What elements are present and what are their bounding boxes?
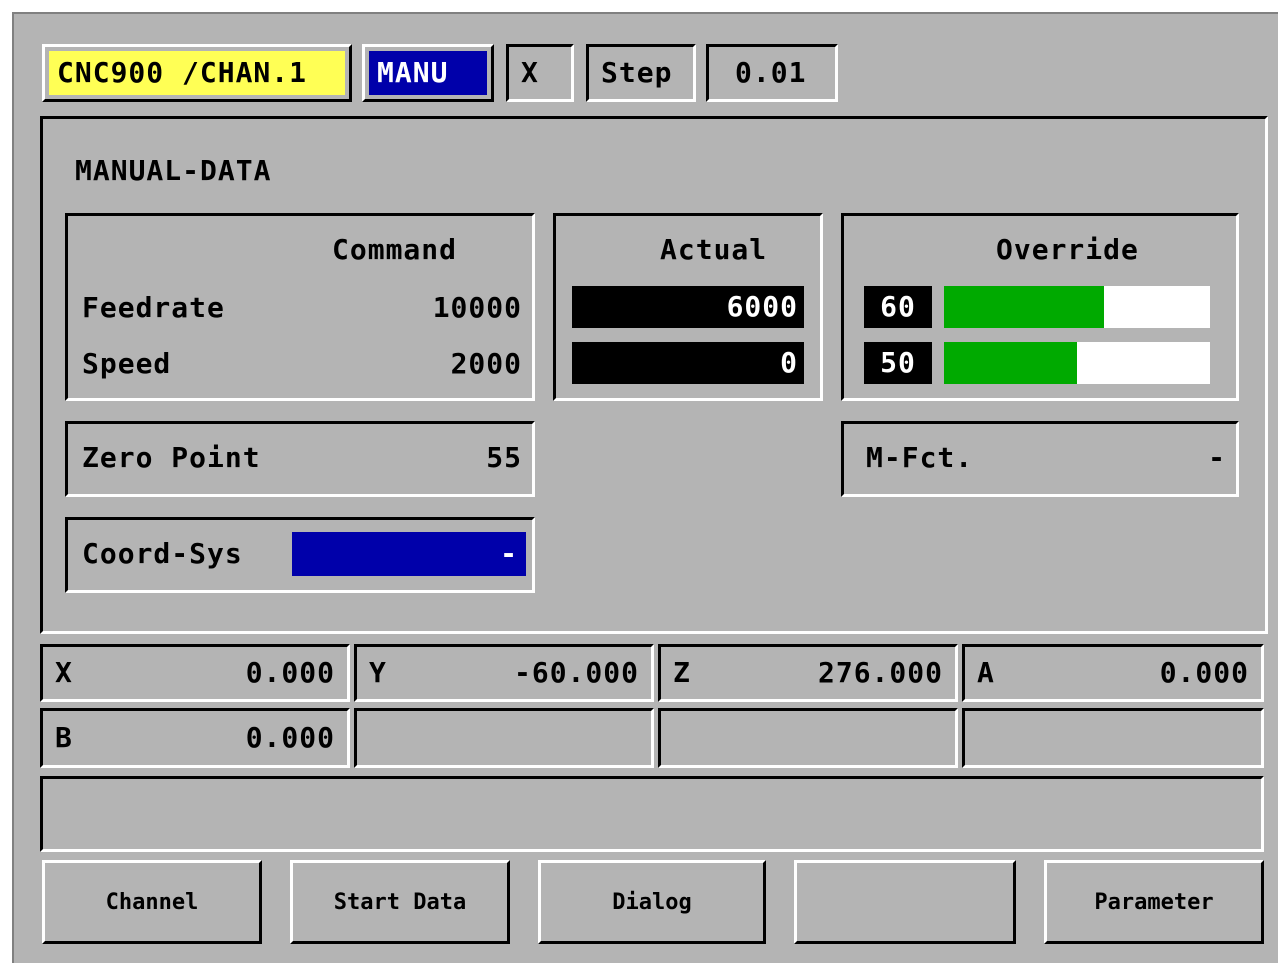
axis-a-value: 0.000 [1159, 656, 1249, 689]
m-function-label: M-Fct. [866, 441, 974, 474]
actual-box: Actual 6000 0 [553, 213, 823, 401]
m-function-value: - [1208, 441, 1226, 474]
axis-b-value: 0.000 [245, 721, 335, 754]
feedrate-command-value: 10000 [432, 291, 522, 324]
softkey-channel[interactable]: Channel [42, 860, 262, 944]
command-heading: Command [332, 233, 458, 266]
manual-data-panel: MANUAL-DATA Command Feedrate 10000 Speed… [40, 116, 1268, 634]
override-heading: Override [996, 233, 1139, 266]
coord-sys-label: Coord-Sys [82, 537, 243, 570]
zero-point-label: Zero Point [82, 441, 261, 474]
softkey-dialog[interactable]: Dialog [538, 860, 766, 944]
axis-y-value: -60.000 [513, 656, 639, 689]
panel-title: MANUAL-DATA [75, 154, 272, 187]
speed-label: Speed [82, 347, 172, 380]
m-function-box: M-Fct. - [841, 421, 1239, 497]
axis-empty-cell-1 [354, 708, 654, 768]
override-box: Override 60 50 [841, 213, 1239, 401]
feed-override-fill [944, 286, 1104, 328]
axis-x-position: X 0.000 [40, 644, 350, 702]
axis-z-value: 276.000 [817, 656, 943, 689]
step-label: Step [586, 44, 696, 102]
softkey-empty[interactable] [794, 860, 1016, 944]
axis-a-name: A [977, 656, 995, 689]
axis-y-name: Y [369, 656, 387, 689]
axis-a-position: A 0.000 [962, 644, 1264, 702]
axis-y-position: Y -60.000 [354, 644, 654, 702]
mode-label: MANU [369, 51, 487, 95]
command-box: Command Feedrate 10000 Speed 2000 [65, 213, 535, 401]
speed-override-value: 50 [864, 342, 932, 384]
mode-indicator: MANU [362, 44, 494, 102]
softkey-parameter[interactable]: Parameter [1044, 860, 1264, 944]
speed-override-fill [944, 342, 1077, 384]
axis-empty-cell-3 [962, 708, 1264, 768]
axis-x-name: X [55, 656, 73, 689]
softkey-start-data[interactable]: Start Data [290, 860, 510, 944]
channel-indicator: CNC900 /CHAN.1 [42, 44, 352, 102]
active-axis-indicator: X [506, 44, 574, 102]
feedrate-actual-value: 6000 [572, 286, 804, 328]
feedrate-label: Feedrate [82, 291, 225, 324]
axis-z-position: Z 276.000 [658, 644, 958, 702]
speed-actual-value: 0 [572, 342, 804, 384]
feed-override-bar [944, 286, 1210, 328]
axis-empty-cell-2 [658, 708, 958, 768]
message-line [40, 776, 1264, 852]
axis-b-name: B [55, 721, 73, 754]
channel-label: CNC900 /CHAN.1 [49, 51, 345, 95]
coord-sys-value: - [292, 532, 526, 576]
speed-command-value: 2000 [450, 347, 522, 380]
actual-heading: Actual [660, 233, 768, 266]
zero-point-box: Zero Point 55 [65, 421, 535, 497]
cnc-screen: CNC900 /CHAN.1 MANU X Step 0.01 MANUAL-D… [12, 12, 1278, 963]
zero-point-value: 55 [486, 441, 522, 474]
coord-sys-box: Coord-Sys - [65, 517, 535, 593]
step-value: 0.01 [706, 44, 838, 102]
axis-b-position: B 0.000 [40, 708, 350, 768]
speed-override-bar [944, 342, 1210, 384]
feed-override-value: 60 [864, 286, 932, 328]
axis-x-value: 0.000 [245, 656, 335, 689]
axis-z-name: Z [673, 656, 691, 689]
